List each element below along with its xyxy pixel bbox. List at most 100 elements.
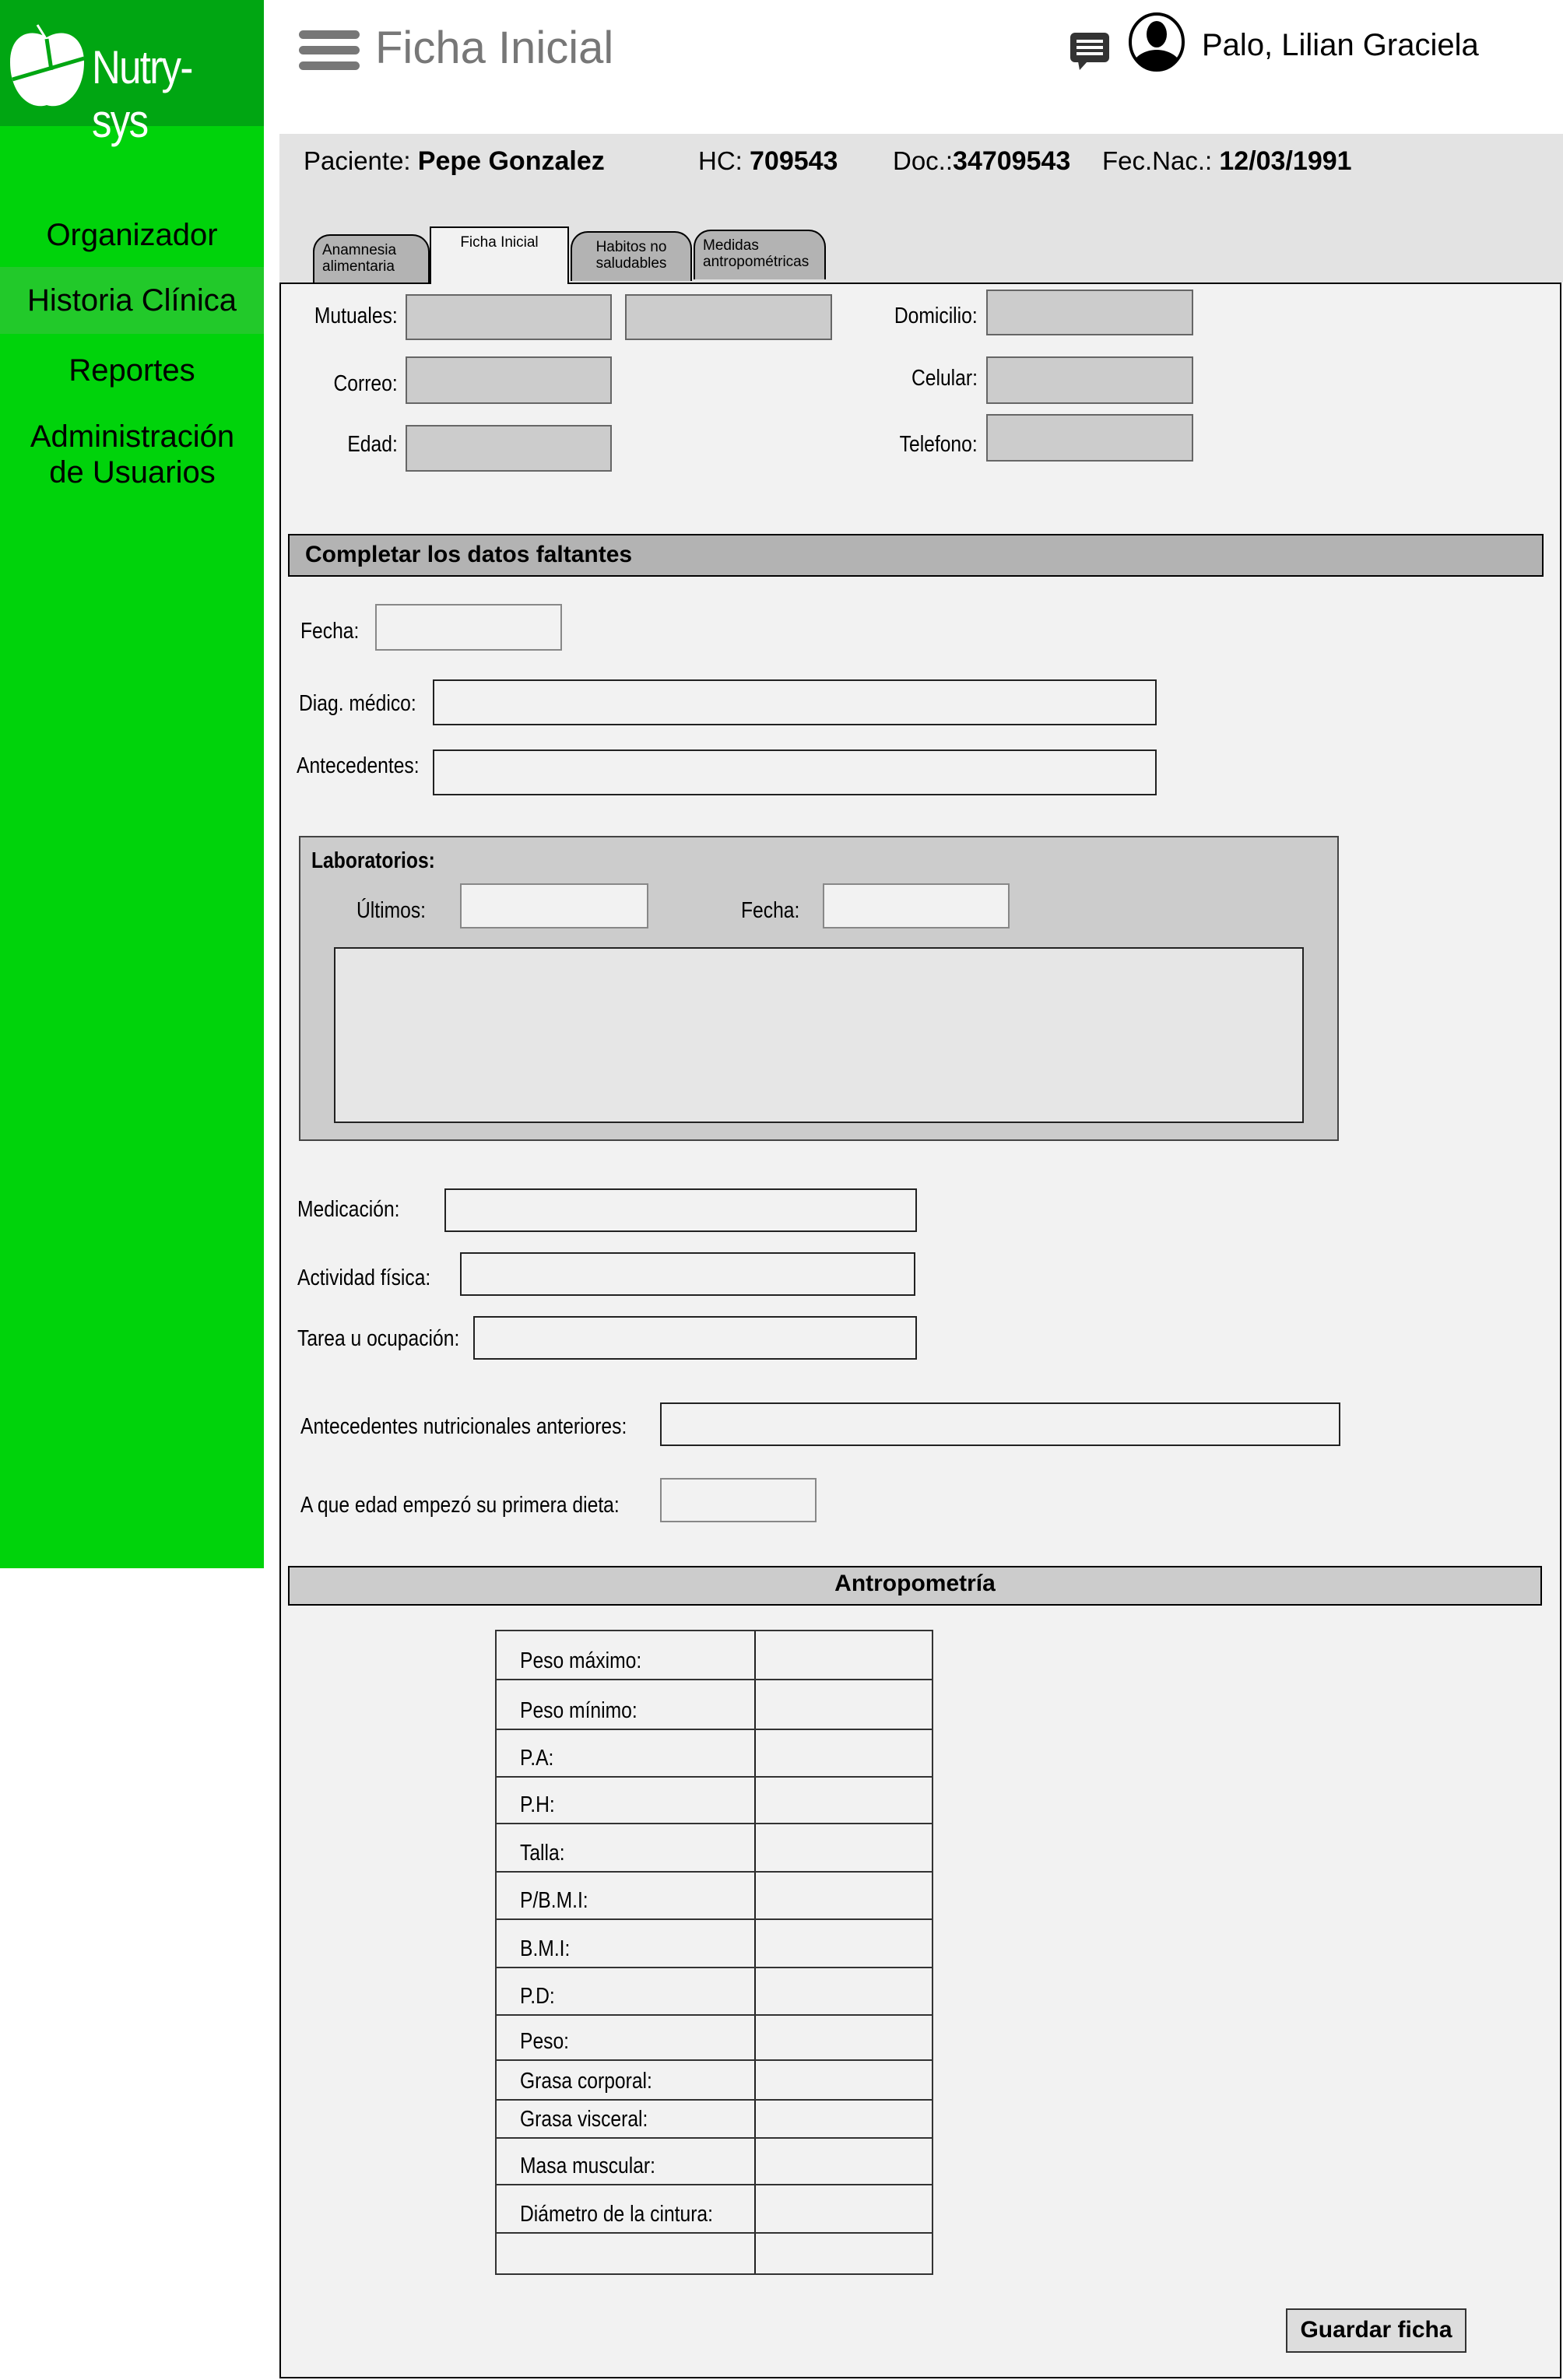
diag-medico-input[interactable]	[433, 679, 1157, 725]
antecedentes-input[interactable]	[433, 749, 1157, 795]
row-label-cell: Diámetro de la cintura:	[497, 2185, 756, 2232]
row-label: B.M.I:	[520, 1936, 571, 1961]
antropometria-header: Antropometría	[288, 1566, 1542, 1606]
row-value-input[interactable]	[756, 1920, 932, 1967]
row-value-input[interactable]	[756, 1968, 932, 2014]
apple-logo-icon	[10, 24, 85, 107]
row-label-cell: P.H:	[497, 1778, 756, 1823]
row-value-input[interactable]	[756, 1680, 932, 1729]
completar-datos-header: Completar los datos faltantes	[288, 534, 1544, 577]
laboratorios-title: Laboratorios:	[311, 848, 435, 873]
antropometria-row: P.H:	[495, 1776, 933, 1824]
telefono-label: Telefono:	[899, 432, 978, 457]
tab-ficha-inicial[interactable]: Ficha Inicial	[430, 226, 569, 284]
sidebar-item-historia-clinica[interactable]: Historia Clínica	[0, 267, 264, 334]
antropometria-row: Peso mínimo:	[495, 1679, 933, 1730]
patient-name: Pepe Gonzalez	[417, 146, 605, 176]
antropometria-row: Peso:	[495, 2014, 933, 2061]
lab-fecha-label: Fecha:	[741, 898, 800, 923]
row-label-cell: Peso mínimo:	[497, 1680, 756, 1729]
dob-value: 12/03/1991	[1219, 146, 1352, 176]
row-label: Talla:	[520, 1841, 565, 1866]
edad-primera-dieta-label: A que edad empezó su primera dieta:	[300, 1493, 620, 1518]
row-value-input[interactable]	[756, 2101, 932, 2137]
celular-label: Celular:	[911, 366, 978, 391]
logo: Nutry-sys	[0, 0, 264, 147]
row-label-cell: Grasa visceral:	[497, 2101, 756, 2137]
guardar-ficha-button[interactable]: Guardar ficha	[1286, 2308, 1466, 2353]
tab-medidas-antropometricas[interactable]: Medidas antropométricas	[694, 230, 826, 279]
doc-label: Doc.:	[893, 146, 954, 175]
ultimos-label: Últimos:	[357, 898, 427, 923]
tarea-ocupacion-input[interactable]	[473, 1316, 917, 1360]
fecha-label: Fecha:	[300, 619, 360, 644]
mutuales-input-1[interactable]	[406, 294, 612, 340]
edad-input[interactable]	[406, 425, 612, 472]
user-avatar-icon[interactable]	[1128, 12, 1185, 72]
antecedentes-label: Antecedentes:	[297, 753, 420, 778]
telefono-input[interactable]	[986, 414, 1193, 462]
medicacion-input[interactable]	[444, 1188, 917, 1232]
row-value-input[interactable]	[756, 1873, 932, 1918]
row-label: Diámetro de la cintura:	[520, 2202, 713, 2227]
row-value-input[interactable]	[756, 2061, 932, 2099]
domicilio-input[interactable]	[986, 290, 1193, 335]
antropometria-row: Masa muscular:	[495, 2137, 933, 2185]
row-label: Peso:	[520, 2029, 570, 2054]
row-label-cell: Peso:	[497, 2016, 756, 2059]
correo-input[interactable]	[406, 356, 612, 404]
row-label: P.A:	[520, 1746, 554, 1771]
correo-label: Correo:	[333, 371, 398, 396]
row-value-input[interactable]	[756, 2185, 932, 2232]
tab-habitos-no-saludables[interactable]: Habitos no saludables	[571, 231, 692, 281]
laboratorios-textarea[interactable]	[334, 947, 1304, 1123]
user-name[interactable]: Palo, Lilian Graciela	[1202, 28, 1479, 63]
app-name: Nutry-sys	[92, 41, 193, 147]
row-value-input[interactable]	[756, 1778, 932, 1823]
domicilio-label: Domicilio:	[894, 304, 978, 328]
sidebar-item-organizador[interactable]: Organizador	[0, 217, 264, 253]
row-label: Grasa corporal:	[520, 2069, 652, 2094]
medicacion-label: Medicación:	[297, 1197, 400, 1222]
row-value-input[interactable]	[756, 1631, 932, 1679]
edad-label: Edad:	[347, 432, 398, 457]
antropometria-row: B.M.I:	[495, 1918, 933, 1968]
row-label: Peso mínimo:	[520, 1698, 637, 1723]
row-value-input[interactable]	[756, 2016, 932, 2059]
row-label: Peso máximo:	[520, 1648, 642, 1673]
row-label-cell: Masa muscular:	[497, 2139, 756, 2184]
row-value-input[interactable]	[756, 1730, 932, 1776]
sidebar-item-reportes[interactable]: Reportes	[0, 353, 264, 388]
antecedentes-nutricionales-input[interactable]	[660, 1402, 1340, 1446]
antropometria-row: P.D:	[495, 1967, 933, 2016]
row-label-cell: Grasa corporal:	[497, 2061, 756, 2099]
row-value-input[interactable]	[756, 2234, 932, 2273]
lab-fecha-input[interactable]	[823, 883, 1010, 928]
mutuales-label: Mutuales:	[314, 304, 398, 328]
dob-label: Fec.Nac.:	[1102, 146, 1213, 175]
page-title: Ficha Inicial	[375, 23, 614, 73]
row-label: P.H:	[520, 1792, 555, 1817]
antropometria-row: Grasa visceral:	[495, 2099, 933, 2139]
edad-primera-dieta-input[interactable]	[660, 1478, 817, 1522]
mutuales-input-2[interactable]	[625, 294, 832, 340]
menu-icon[interactable]	[299, 30, 360, 71]
row-label-cell: P.A:	[497, 1730, 756, 1776]
celular-input[interactable]	[986, 356, 1193, 404]
sidebar-item-administracion-usuarios[interactable]: Administración de Usuarios	[16, 419, 249, 490]
hc-field: HC: 709543	[698, 146, 838, 177]
row-label: Grasa visceral:	[520, 2107, 648, 2132]
antropometria-row	[495, 2232, 933, 2275]
chat-icon[interactable]	[1070, 33, 1109, 70]
row-value-input[interactable]	[756, 2139, 932, 2184]
antropometria-row: P/B.M.I:	[495, 1871, 933, 1920]
actividad-fisica-input[interactable]	[460, 1252, 915, 1296]
antropometria-row: P.A:	[495, 1729, 933, 1778]
antropometria-row: Diámetro de la cintura:	[495, 2184, 933, 2234]
row-label-cell: B.M.I:	[497, 1920, 756, 1967]
row-value-input[interactable]	[756, 1824, 932, 1871]
tab-anamnesia-alimentaria[interactable]: Anamnesia alimentaria	[313, 234, 430, 284]
ultimos-input[interactable]	[460, 883, 648, 928]
fecha-input[interactable]	[375, 604, 562, 651]
row-label-cell: Peso máximo:	[497, 1631, 756, 1679]
